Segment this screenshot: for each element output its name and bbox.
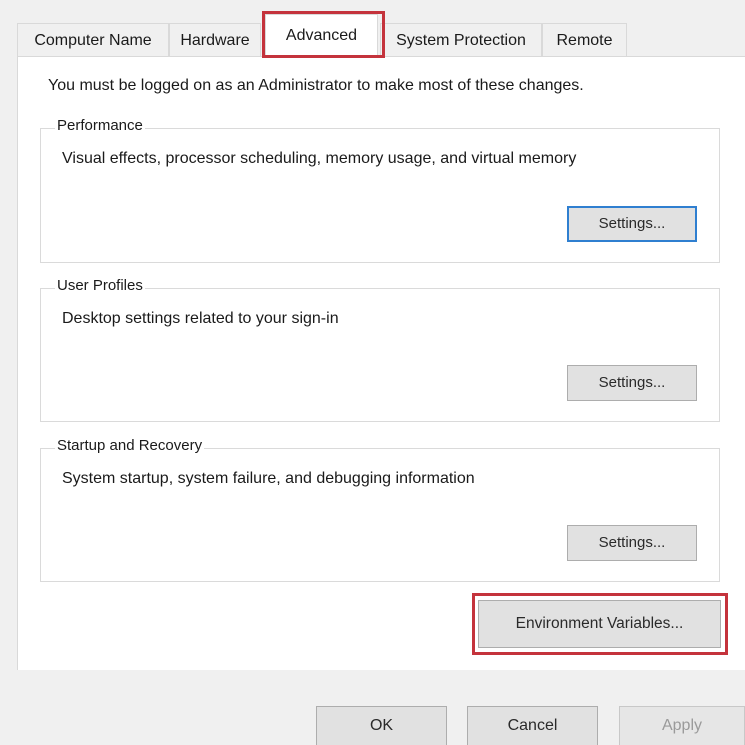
startup-recovery-title: Startup and Recovery xyxy=(55,437,205,454)
performance-title: Performance xyxy=(55,117,145,134)
advanced-tab-highlight xyxy=(262,11,385,58)
user-profiles-group: User Profiles Desktop settings related t… xyxy=(40,277,720,422)
startup-recovery-description: System startup, system failure, and debu… xyxy=(62,470,475,487)
performance-settings-button[interactable]: Settings... xyxy=(567,206,697,242)
user-profiles-description: Desktop settings related to your sign-in xyxy=(62,310,339,327)
admin-notice: You must be logged on as an Administrato… xyxy=(48,77,584,94)
tab-hardware[interactable]: Hardware xyxy=(169,23,261,56)
tab-remote[interactable]: Remote xyxy=(542,23,627,56)
performance-group: Performance Visual effects, processor sc… xyxy=(40,117,720,263)
startup-recovery-settings-button[interactable]: Settings... xyxy=(567,525,697,561)
tab-computer-name[interactable]: Computer Name xyxy=(17,23,169,56)
startup-recovery-group: Startup and Recovery System startup, sys… xyxy=(40,437,720,582)
cancel-button[interactable]: Cancel xyxy=(467,706,598,745)
user-profiles-settings-button[interactable]: Settings... xyxy=(567,365,697,401)
ok-button[interactable]: OK xyxy=(316,706,447,745)
system-properties-dialog: Computer Name Hardware Advanced System P… xyxy=(0,0,745,745)
apply-button[interactable]: Apply xyxy=(619,706,745,745)
user-profiles-title: User Profiles xyxy=(55,277,145,294)
performance-description: Visual effects, processor scheduling, me… xyxy=(62,150,577,167)
tab-system-protection[interactable]: System Protection xyxy=(380,23,542,56)
environment-variables-highlight xyxy=(472,593,728,655)
